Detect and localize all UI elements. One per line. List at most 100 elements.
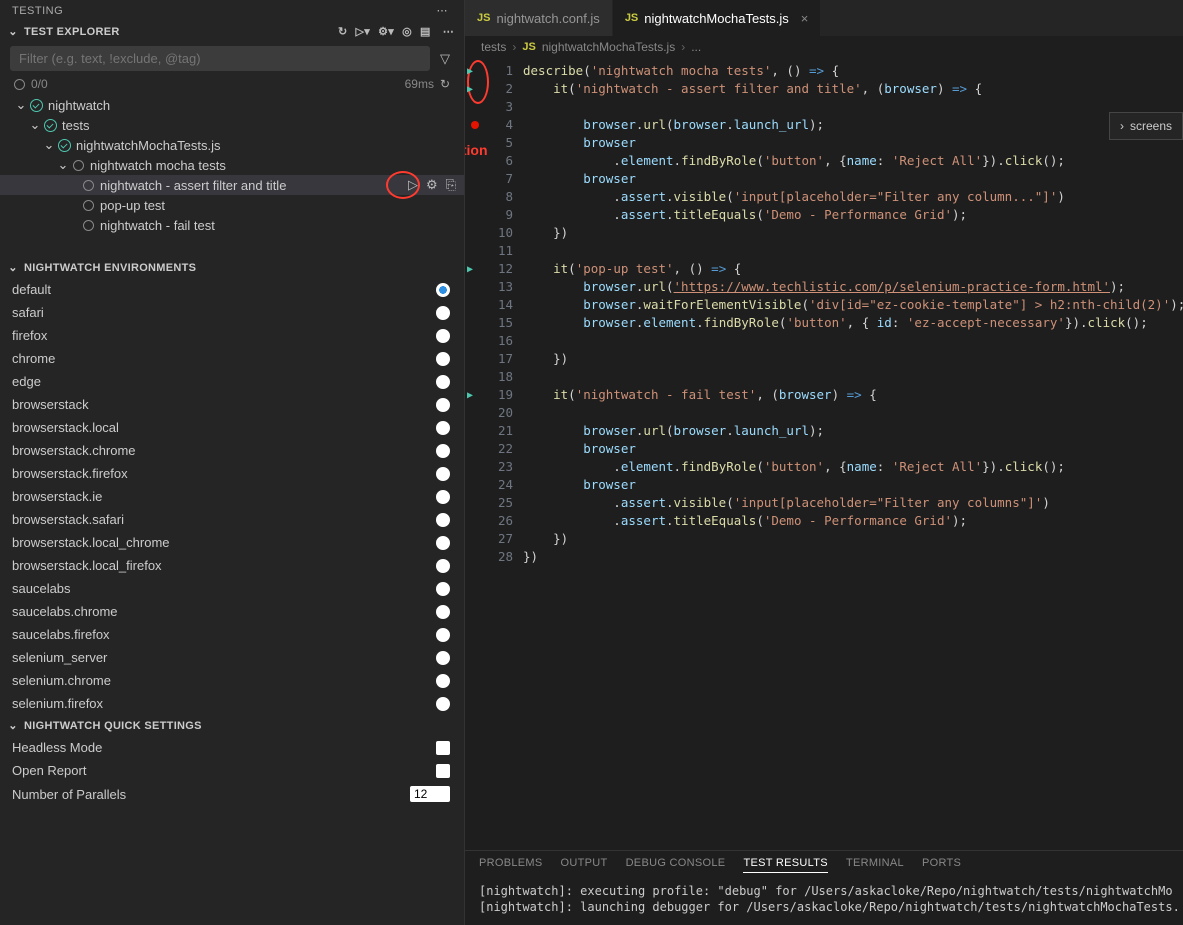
panel-tab-test-results[interactable]: TEST RESULTS <box>743 857 828 873</box>
chevron-right-icon: › <box>512 40 516 54</box>
quick-settings-title: NIGHTWATCH QUICK SETTINGS <box>24 720 202 732</box>
env-row-browserstack-chrome[interactable]: browserstack.chrome <box>0 439 464 462</box>
env-row-edge[interactable]: edge <box>0 370 464 393</box>
env-radio[interactable] <box>436 398 450 412</box>
testing-more-icon[interactable]: ⋯ <box>433 4 453 17</box>
tree-test-2[interactable]: nightwatch - fail test <box>0 215 464 235</box>
qs-open-report[interactable]: Open Report <box>0 759 464 782</box>
env-row-browserstack-firefox[interactable]: browserstack.firefox <box>0 462 464 485</box>
filter-input[interactable] <box>10 46 430 71</box>
env-radio[interactable] <box>436 352 450 366</box>
breadcrumb[interactable]: tests › JS nightwatchMochaTests.js › ... <box>465 36 1183 58</box>
panel-tab-output[interactable]: OUTPUT <box>561 857 608 873</box>
test-stats-time: 69ms <box>405 77 434 91</box>
env-radio[interactable] <box>436 513 450 527</box>
tree-root-nightwatch[interactable]: ⌄ nightwatch <box>0 95 464 115</box>
env-radio[interactable] <box>436 651 450 665</box>
test-tree: ⌄ nightwatch ⌄ tests ⌄ nightwatchMochaTe… <box>0 93 464 237</box>
env-radio[interactable] <box>436 559 450 573</box>
env-radio[interactable] <box>436 283 450 297</box>
refresh-tests-icon[interactable]: ↻ <box>338 25 348 38</box>
chevron-right-icon: › <box>1120 119 1124 133</box>
test-explorer-header[interactable]: ⌄ TEST EXPLORER ↻ ▷▾ ⚙▾ ◎ ▤ ⋯ <box>0 21 464 42</box>
chevron-down-icon: ⌄ <box>6 25 20 38</box>
qs-headless[interactable]: Headless Mode <box>0 736 464 759</box>
tree-test-0[interactable]: nightwatch - assert filter and title ▷ ⚙… <box>0 175 464 195</box>
env-row-selenium-chrome[interactable]: selenium.chrome <box>0 669 464 692</box>
goto-test-icon[interactable]: ⎘ <box>446 177 456 193</box>
panel-tab-debug-console[interactable]: DEBUG CONSOLE <box>626 857 726 873</box>
environments-list: defaultsafarifirefoxchromeedgebrowsersta… <box>0 278 464 715</box>
testing-panel-title: TESTING <box>12 5 63 17</box>
editor-main: JS nightwatch.conf.js JS nightwatchMocha… <box>465 0 1183 925</box>
env-radio[interactable] <box>436 421 450 435</box>
js-file-icon: JS <box>522 41 535 53</box>
env-radio[interactable] <box>436 467 450 481</box>
quick-settings-header[interactable]: ⌄ NIGHTWATCH QUICK SETTINGS <box>0 715 464 736</box>
chevron-right-icon: › <box>681 40 685 54</box>
toggle-view-icon[interactable]: ▤ <box>420 25 431 38</box>
env-radio[interactable] <box>436 444 450 458</box>
sidebar: TESTING ⋯ ⌄ TEST EXPLORER ↻ ▷▾ ⚙▾ ◎ ▤ ⋯ … <box>0 0 465 925</box>
env-row-saucelabs-firefox[interactable]: saucelabs.firefox <box>0 623 464 646</box>
env-row-selenium_server[interactable]: selenium_server <box>0 646 464 669</box>
stats-refresh-icon[interactable]: ↻ <box>440 77 450 91</box>
env-row-browserstack-local_firefox[interactable]: browserstack.local_firefox <box>0 554 464 577</box>
env-radio[interactable] <box>436 697 450 711</box>
env-row-browserstack-local_chrome[interactable]: browserstack.local_chrome <box>0 531 464 554</box>
env-radio[interactable] <box>436 582 450 596</box>
environments-header[interactable]: ⌄ NIGHTWATCH ENVIRONMENTS <box>0 257 464 278</box>
tab-mochatests[interactable]: JS nightwatchMochaTests.js × <box>613 0 822 36</box>
env-row-saucelabs[interactable]: saucelabs <box>0 577 464 600</box>
env-radio[interactable] <box>436 306 450 320</box>
checkbox-headless[interactable] <box>436 741 450 755</box>
debug-all-icon[interactable]: ⚙▾ <box>378 25 394 38</box>
breakpoint-icon[interactable] <box>471 121 479 129</box>
env-radio[interactable] <box>436 329 450 343</box>
explorer-more-icon[interactable]: ⋯ <box>439 25 458 38</box>
panel-tab-ports[interactable]: PORTS <box>922 857 961 873</box>
env-row-browserstack[interactable]: browserstack <box>0 393 464 416</box>
env-radio[interactable] <box>436 375 450 389</box>
env-row-saucelabs-chrome[interactable]: saucelabs.chrome <box>0 600 464 623</box>
env-row-firefox[interactable]: firefox <box>0 324 464 347</box>
debug-test-icon[interactable]: ⚙ <box>426 177 438 193</box>
env-row-browserstack-safari[interactable]: browserstack.safari <box>0 508 464 531</box>
run-test-icon[interactable]: ▷ <box>408 177 418 193</box>
code-area[interactable]: describe('nightwatch mocha tests', () =>… <box>523 58 1183 850</box>
gutter-run-icon[interactable]: ▶ <box>467 81 473 99</box>
run-all-icon[interactable]: ▷▾ <box>356 25 371 38</box>
gutter-run-icon[interactable]: ▶ <box>467 63 473 81</box>
checkbox-open-report[interactable] <box>436 764 450 778</box>
close-icon[interactable]: × <box>801 11 809 26</box>
env-row-safari[interactable]: safari <box>0 301 464 324</box>
floater-screens[interactable]: › screens <box>1109 112 1183 140</box>
env-row-browserstack-ie[interactable]: browserstack.ie <box>0 485 464 508</box>
env-radio[interactable] <box>436 536 450 550</box>
env-radio[interactable] <box>436 605 450 619</box>
env-row-selenium-firefox[interactable]: selenium.firefox <box>0 692 464 715</box>
env-radio[interactable] <box>436 674 450 688</box>
test-results-output: [nightwatch]: executing profile: "debug"… <box>465 879 1183 925</box>
editor-tab-bar: JS nightwatch.conf.js JS nightwatchMocha… <box>465 0 1183 36</box>
env-row-chrome[interactable]: chrome <box>0 347 464 370</box>
tab-conf[interactable]: JS nightwatch.conf.js <box>465 0 613 36</box>
tree-folder-tests[interactable]: ⌄ tests <box>0 115 464 135</box>
env-row-default[interactable]: default <box>0 278 464 301</box>
panel-tab-problems[interactable]: PROBLEMS <box>479 857 543 873</box>
code-editor[interactable]: Test Execution › screens 1▶2▶34567891011… <box>465 58 1183 850</box>
gutter-run-icon[interactable]: ▶ <box>467 387 473 405</box>
chevron-down-icon: ⌄ <box>6 719 20 732</box>
filter-icon[interactable]: ▽ <box>436 47 454 71</box>
gutter-run-icon[interactable]: ▶ <box>467 261 473 279</box>
tree-file-mochatests[interactable]: ⌄ nightwatchMochaTests.js <box>0 135 464 155</box>
env-radio[interactable] <box>436 628 450 642</box>
parallels-input[interactable] <box>410 786 450 802</box>
tree-test-1[interactable]: pop-up test <box>0 195 464 215</box>
env-radio[interactable] <box>436 490 450 504</box>
js-file-icon: JS <box>477 12 490 24</box>
show-output-icon[interactable]: ◎ <box>402 25 412 38</box>
env-row-browserstack-local[interactable]: browserstack.local <box>0 416 464 439</box>
panel-tab-terminal[interactable]: TERMINAL <box>846 857 904 873</box>
tree-suite[interactable]: ⌄ nightwatch mocha tests <box>0 155 464 175</box>
